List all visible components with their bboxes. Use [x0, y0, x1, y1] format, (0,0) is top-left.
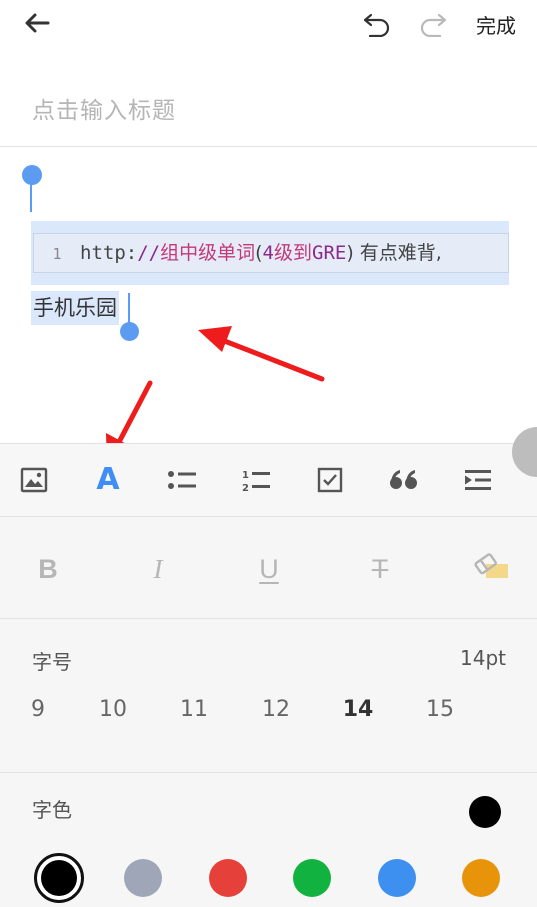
current-color-indicator	[469, 796, 501, 828]
quote-icon[interactable]	[386, 462, 422, 498]
title-input[interactable]: 点击输入标题	[32, 91, 176, 125]
editor-text-line[interactable]: 手机乐园	[31, 291, 119, 325]
font-size-value: 14pt	[460, 646, 506, 670]
checkbox-icon[interactable]	[312, 462, 348, 498]
selection-end-handle[interactable]	[120, 322, 139, 341]
code-line-number: 1	[52, 245, 62, 263]
color-swatch-black	[41, 860, 77, 896]
color-swatch-blue[interactable]	[378, 859, 416, 897]
svg-text:2: 2	[242, 483, 249, 493]
font-size-option[interactable]: 12	[256, 697, 296, 722]
code-token: 级到	[273, 242, 312, 264]
code-token: 4	[262, 242, 274, 264]
font-size-option[interactable]: 9	[18, 697, 58, 722]
underline-button[interactable]: U	[249, 549, 289, 589]
strikethrough-button[interactable]: T	[360, 549, 400, 589]
color-swatch-grey[interactable]	[124, 859, 162, 897]
top-bar: 完成	[0, 0, 537, 48]
font-size-option[interactable]: 11	[174, 697, 214, 722]
text-style-row: B I U T	[0, 517, 537, 619]
code-block[interactable]: 1 http://组中级单词(4级到GRE) 有点难背,	[33, 233, 509, 273]
code-token: ) 有点难背,	[346, 242, 442, 264]
code-token: http:	[80, 242, 138, 264]
bullet-list-icon[interactable]	[164, 462, 200, 498]
eraser-icon[interactable]	[474, 552, 510, 582]
arrow-to-selection	[198, 326, 325, 382]
italic-button[interactable]: I	[138, 549, 178, 589]
font-size-option[interactable]: 10	[93, 697, 133, 722]
undo-icon[interactable]	[362, 9, 392, 37]
indent-icon[interactable]	[460, 462, 496, 498]
font-style-icon[interactable]: A	[90, 462, 126, 498]
done-button[interactable]: 完成	[476, 10, 516, 39]
redo-icon[interactable]	[418, 9, 448, 37]
numbered-list-icon[interactable]: 1 2	[238, 462, 274, 498]
editor-toolbar: A 1 2	[0, 443, 537, 517]
color-swatch-orange[interactable]	[462, 859, 500, 897]
font-size-option[interactable]: 15	[420, 697, 460, 722]
selection-start-caret	[30, 180, 32, 212]
font-color-label: 字色	[32, 798, 72, 822]
selection-start-handle[interactable]	[22, 165, 42, 185]
section-divider	[0, 772, 537, 773]
svg-text:1: 1	[242, 470, 249, 481]
code-token: (	[255, 242, 263, 264]
back-arrow-icon[interactable]	[22, 10, 52, 36]
font-size-label: 字号	[32, 650, 72, 674]
code-token: GRE	[312, 242, 347, 264]
code-token: 组中级单词	[160, 242, 256, 264]
image-icon[interactable]	[16, 462, 52, 498]
title-divider	[0, 146, 537, 147]
font-size-option-selected[interactable]: 14	[338, 697, 378, 722]
bold-button[interactable]: B	[28, 549, 68, 589]
selection-end-caret	[128, 293, 130, 325]
color-swatch-selected[interactable]	[34, 853, 84, 903]
color-swatch-red[interactable]	[209, 859, 247, 897]
code-token: //	[137, 242, 161, 264]
color-swatch-green[interactable]	[293, 859, 331, 897]
